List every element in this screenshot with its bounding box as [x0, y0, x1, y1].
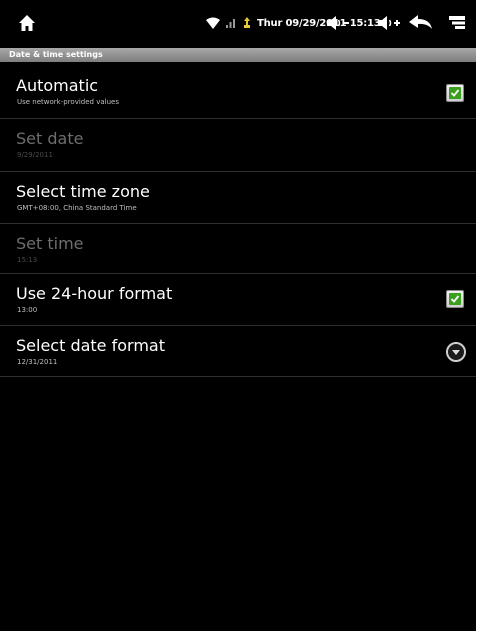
- 24-hour-checkbox[interactable]: [446, 290, 464, 308]
- setting-title: Set date: [16, 129, 84, 148]
- usb-icon: [242, 0, 252, 46]
- setting-title: Select time zone: [16, 182, 150, 201]
- dropdown-arrow-icon[interactable]: [446, 342, 466, 362]
- setting-summary: Use network-provided values: [17, 98, 119, 106]
- check-icon: [449, 87, 461, 99]
- status-clock: Thur 09/29/2011 15:13: [257, 17, 381, 29]
- menu-icon[interactable]: [448, 0, 466, 46]
- setting-set-time: Set time 15:13: [0, 224, 479, 276]
- check-icon: [449, 293, 461, 305]
- status-bar: Thur 09/29/2011 15:13: [0, 0, 479, 46]
- setting-summary: 12/31/2011: [17, 358, 58, 366]
- setting-title: Select date format: [16, 336, 165, 355]
- back-icon[interactable]: [408, 0, 434, 46]
- setting-use-24-hour-format[interactable]: Use 24-hour format 13:00: [0, 274, 479, 326]
- frame-edge: [0, 631, 479, 639]
- device-screen: Thur 09/29/2011 15:13 Date & time settin…: [0, 0, 479, 639]
- volume-up-icon[interactable]: [376, 0, 402, 46]
- setting-summary: 15:13: [17, 256, 38, 264]
- setting-summary: GMT+08:00, China Standard Time: [17, 204, 137, 212]
- section-header: Date & time settings: [0, 48, 479, 62]
- setting-set-date: Set date 9/29/2011: [0, 119, 479, 171]
- automatic-checkbox[interactable]: [446, 84, 464, 102]
- signal-icon: [225, 0, 237, 46]
- setting-select-time-zone[interactable]: Select time zone GMT+08:00, China Standa…: [0, 172, 479, 224]
- volume-down-icon[interactable]: [325, 0, 351, 46]
- setting-automatic[interactable]: Automatic Use network-provided values: [0, 66, 479, 118]
- home-icon[interactable]: [18, 0, 36, 46]
- setting-select-date-format[interactable]: Select date format 12/31/2011: [0, 326, 479, 378]
- setting-summary: 9/29/2011: [17, 151, 53, 159]
- setting-title: Use 24-hour format: [16, 284, 173, 303]
- setting-summary: 13:00: [17, 306, 38, 314]
- setting-title: Automatic: [16, 76, 99, 95]
- setting-title: Set time: [16, 234, 84, 253]
- wifi-icon: [205, 0, 221, 46]
- divider: [0, 376, 479, 377]
